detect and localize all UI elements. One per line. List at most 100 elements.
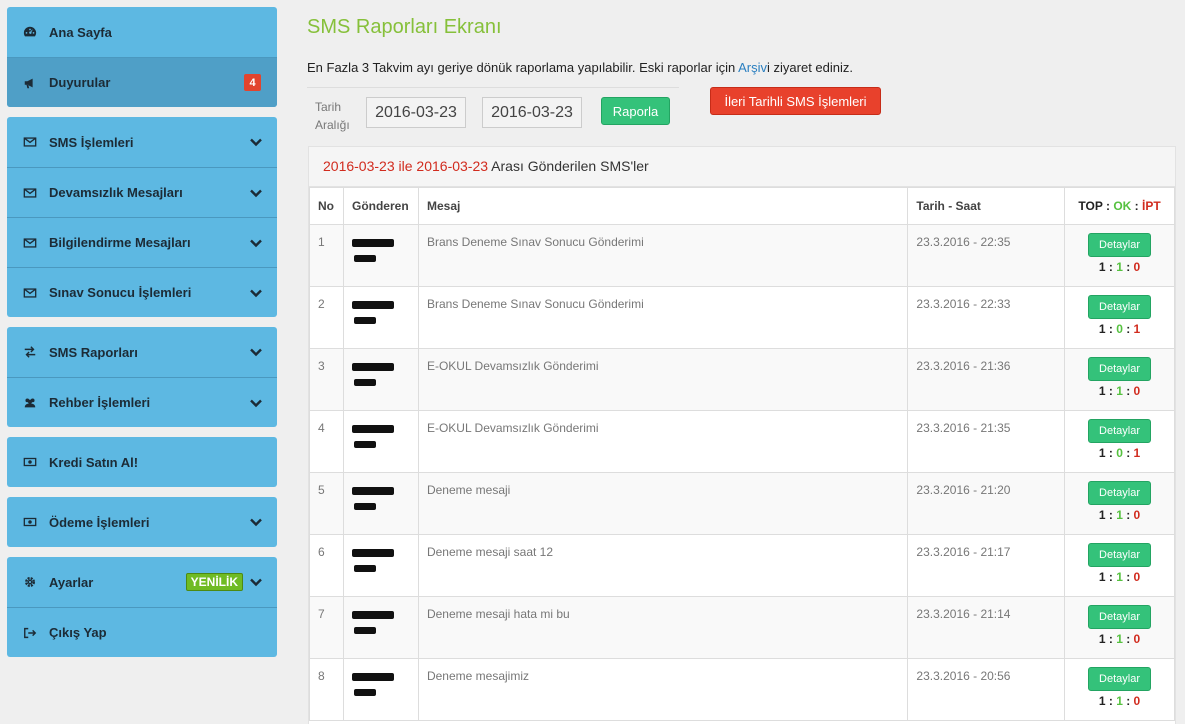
future-sms-button[interactable]: İleri Tarihli SMS İşlemleri <box>710 87 881 115</box>
count-sep: : <box>1105 570 1117 584</box>
row-datetime: 23.3.2016 - 21:14 <box>907 596 1066 659</box>
sidebar-item-label: Rehber İşlemleri <box>49 395 151 410</box>
details-button[interactable]: Detaylar <box>1088 543 1152 567</box>
count-ok: 0 <box>1116 446 1123 460</box>
count-ipt: 0 <box>1133 260 1141 274</box>
dashboard-icon <box>23 25 49 39</box>
sidebar-item-info-messages[interactable]: Bilgilendirme Mesajları <box>7 217 277 267</box>
sidebar-item-sms-operations[interactable]: SMS İşlemleri <box>7 117 277 167</box>
panel-date-to: 2016-03-23 <box>416 158 489 174</box>
row-message: E-OKUL Devamsızlık Gönderimi <box>417 410 909 473</box>
header-sep: : <box>1102 199 1114 213</box>
archive-link[interactable]: Arşiv <box>738 60 767 75</box>
row-status-counts: 1 : 1 : 0 <box>1073 694 1166 708</box>
report-button[interactable]: Raporla <box>601 97 670 125</box>
chevron-down-icon <box>249 286 263 300</box>
redaction-mark <box>353 255 376 262</box>
count-ipt: 1 <box>1133 446 1141 460</box>
row-no: 8 <box>309 658 344 721</box>
row-sender-redacted <box>342 410 419 473</box>
row-no: 6 <box>309 534 344 597</box>
money-icon <box>23 455 49 469</box>
count-top: 1 <box>1098 694 1106 708</box>
exchange-icon <box>23 345 49 359</box>
table-row: 3 E-OKUL Devamsızlık Gönderimi 23.3.2016… <box>309 348 1175 411</box>
row-sender-redacted <box>342 224 419 287</box>
notification-badge: 4 <box>244 74 261 91</box>
sidebar-item-settings[interactable]: Ayarlar YENİLİK <box>7 557 277 607</box>
row-message: Brans Deneme Sınav Sonucu Gönderimi <box>417 286 909 349</box>
chevron-down-icon <box>249 135 263 149</box>
row-no: 3 <box>309 348 344 411</box>
table-row: 4 E-OKUL Devamsızlık Gönderimi 23.3.2016… <box>309 410 1175 473</box>
row-actions: Detaylar 1 : 1 : 0 <box>1064 224 1175 287</box>
redaction-mark <box>351 673 394 681</box>
panel-heading: 2016-03-23 ile 2016-03-23 Arası Gönderil… <box>309 147 1175 187</box>
row-no: 5 <box>309 472 344 535</box>
sidebar-item-sms-reports[interactable]: SMS Raporları <box>7 327 277 377</box>
sidebar-item-home[interactable]: Ana Sayfa <box>7 7 277 57</box>
details-button[interactable]: Detaylar <box>1088 419 1152 443</box>
row-actions: Detaylar 1 : 1 : 0 <box>1064 596 1175 659</box>
redaction-mark <box>351 487 394 495</box>
count-ok: 1 <box>1116 384 1123 398</box>
row-no: 2 <box>309 286 344 349</box>
count-sep: : <box>1105 632 1117 646</box>
chevron-down-icon <box>249 515 263 529</box>
sidebar-item-exam-results[interactable]: Sınav Sonucu İşlemleri <box>7 267 277 317</box>
sidebar-item-buy-credit[interactable]: Kredi Satın Al! <box>7 437 277 487</box>
sidebar-item-payments[interactable]: Ödeme İşlemleri <box>7 497 277 547</box>
details-button[interactable]: Detaylar <box>1088 233 1152 257</box>
row-status-counts: 1 : 1 : 0 <box>1073 570 1166 584</box>
row-datetime: 23.3.2016 - 22:33 <box>907 286 1066 349</box>
sidebar-item-absence-messages[interactable]: Devamsızlık Mesajları <box>7 167 277 217</box>
details-button[interactable]: Detaylar <box>1088 605 1152 629</box>
count-sep: : <box>1105 446 1117 460</box>
table-row: 1 Brans Deneme Sınav Sonucu Gönderimi 23… <box>309 224 1175 287</box>
row-status-counts: 1 : 1 : 0 <box>1073 632 1166 646</box>
chevron-down-icon <box>249 396 263 410</box>
date-from-input[interactable]: 2016-03-23 <box>366 97 466 128</box>
table-row: 8 Deneme mesajimiz 23.3.2016 - 20:56 Det… <box>309 658 1175 721</box>
sidebar-item-announcements[interactable]: Duyurular 4 <box>7 57 277 107</box>
details-button[interactable]: Detaylar <box>1088 357 1152 381</box>
sidebar-item-contacts[interactable]: Rehber İşlemleri <box>7 377 277 427</box>
count-ok: 1 <box>1116 508 1123 522</box>
sidebar-item-label: Ana Sayfa <box>49 24 112 40</box>
row-sender-redacted <box>342 286 419 349</box>
date-to-input[interactable]: 2016-03-23 <box>482 97 582 128</box>
row-datetime: 23.3.2016 - 21:36 <box>907 348 1066 411</box>
row-sender-redacted <box>342 658 419 721</box>
row-message: Deneme mesajimiz <box>417 658 909 721</box>
sidebar-item-logout[interactable]: Çıkış Yap <box>7 607 277 657</box>
details-button[interactable]: Detaylar <box>1088 667 1152 691</box>
sidebar-item-label: Sınav Sonucu İşlemleri <box>49 285 192 300</box>
sidebar-item-label: Duyurular <box>49 75 111 90</box>
row-no: 4 <box>309 410 344 473</box>
header-ipt: İPT <box>1141 199 1161 213</box>
chevron-down-icon <box>249 575 263 589</box>
envelope-icon <box>23 286 49 300</box>
panel-date-mid: ile <box>394 158 417 174</box>
row-status-counts: 1 : 0 : 1 <box>1073 446 1166 460</box>
row-sender-redacted <box>342 348 419 411</box>
details-button[interactable]: Detaylar <box>1088 295 1152 319</box>
row-sender-redacted <box>342 534 419 597</box>
row-datetime: 23.3.2016 - 21:20 <box>907 472 1066 535</box>
redaction-mark <box>353 379 376 386</box>
column-header-no: No <box>309 187 344 225</box>
row-no: 1 <box>309 224 344 287</box>
column-header-sender: Gönderen <box>342 187 419 225</box>
count-sep: : <box>1122 384 1134 398</box>
sidebar-item-label: Çıkış Yap <box>49 625 107 640</box>
count-sep: : <box>1105 260 1117 274</box>
row-no: 7 <box>309 596 344 659</box>
chevron-down-icon <box>249 236 263 250</box>
row-status-counts: 1 : 1 : 0 <box>1073 508 1166 522</box>
redaction-mark <box>351 239 394 247</box>
sidebar-group-payment: Ödeme İşlemleri <box>7 497 277 547</box>
details-button[interactable]: Detaylar <box>1088 481 1152 505</box>
count-ipt: 0 <box>1133 632 1141 646</box>
sms-report-table: No Gönderen Mesaj Tarih - Saat TOP : OK … <box>309 187 1175 721</box>
count-sep: : <box>1122 446 1134 460</box>
